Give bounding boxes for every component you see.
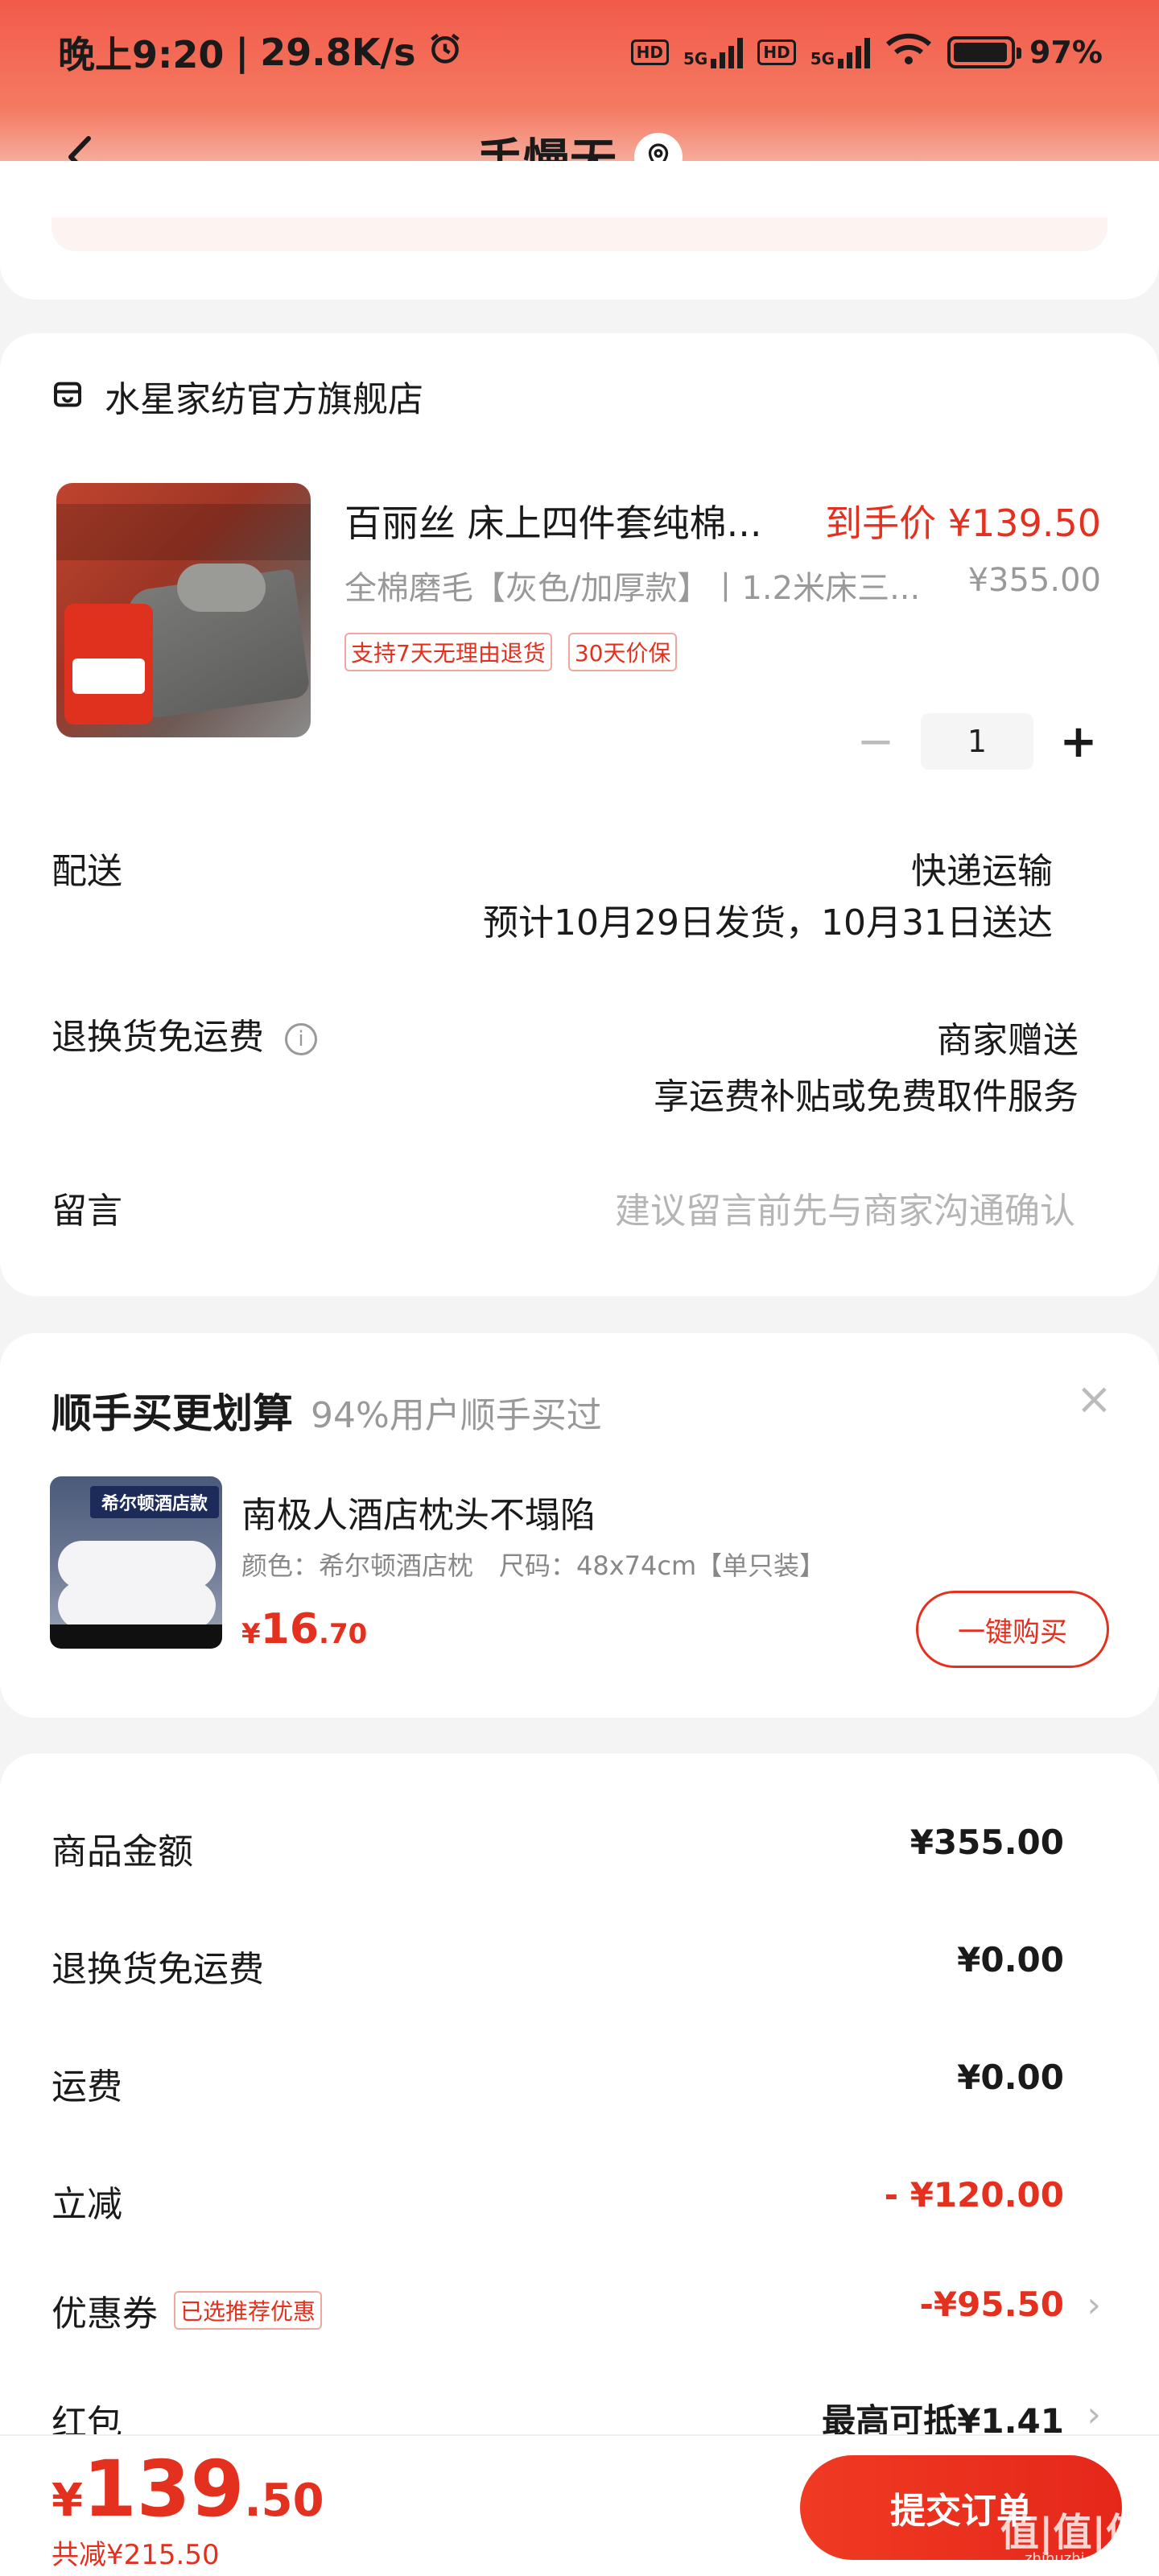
message-label: 留言 (52, 1191, 122, 1232)
shop-row[interactable]: 水星家纺官方旗舰店 (52, 370, 423, 422)
coupon-value[interactable]: -¥95.50 (919, 2285, 1064, 2324)
discount-value: - ¥120.00 (884, 2175, 1064, 2215)
discount-label: 立减 (52, 2184, 122, 2225)
bottom-bar: ¥139.50 共减¥215.50 提交订单 值|值|值 zhihuzhi.co… (0, 2434, 1159, 2576)
product-final-price: 到手价 ¥139.50 (825, 502, 1101, 545)
addon-product-name[interactable]: 南极人酒店枕头不塌陷 (241, 1486, 596, 1538)
decrease-button[interactable]: − (852, 716, 900, 768)
product-image[interactable] (56, 483, 311, 737)
price-summary-card: 商品金额 ¥355.00 退换货免运费 ¥0.00 运费 ¥0.00 立减 - … (0, 1753, 1159, 2478)
chevron-right-icon-2[interactable]: › (1087, 2394, 1101, 2435)
hd-badge-2: HD (757, 39, 796, 65)
tag-price-protect: 30天价保 (567, 633, 678, 671)
hd-badge: HD (630, 39, 669, 65)
delivery-method[interactable]: 快递运输 (911, 842, 1053, 894)
addon-title: 顺手买更划算 (52, 1390, 293, 1437)
message-input[interactable]: 建议留言前先与商家沟通确认 (615, 1182, 1075, 1233)
addon-card: 顺手买更划算 94%用户顺手买过 × 希尔顿酒店款 南极人酒店枕头不塌陷 颜色：… (0, 1333, 1159, 1718)
status-left: 晚上9:20 | 29.8K/s (58, 26, 463, 79)
address-card-bottom (0, 161, 1159, 299)
status-bar: 晚上9:20 | 29.8K/s HD 5G HD 5G 97% (0, 0, 1159, 105)
total-price: ¥139.50 (52, 2444, 324, 2534)
watermark-logo: 值|值|值 zhihuzhi.com (1000, 2510, 1145, 2567)
order-card: 水星家纺官方旗舰店 百丽丝 床上四件套纯棉... 到手价 ¥139.50 全棉磨… (0, 333, 1159, 1296)
close-icon[interactable]: × (1076, 1373, 1112, 1424)
signal-5g-icon-2: 5G (810, 36, 871, 68)
coupon-row[interactable]: 优惠券 已选推荐优惠 (52, 2285, 323, 2336)
status-speed: 29.8K/s (260, 31, 416, 74)
total-saved: 共减¥215.50 (52, 2539, 220, 2571)
increase-button[interactable]: + (1054, 716, 1103, 768)
return-fee-value: ¥0.00 (957, 1940, 1064, 1979)
product-spec[interactable]: 全棉磨毛【灰色/加厚款】丨1.2米床三... (344, 562, 940, 609)
delivery-label: 配送 (52, 851, 122, 892)
quantity-value[interactable]: 1 (921, 713, 1033, 770)
return-shipping-label: 退换货免运费 (52, 1017, 264, 1058)
addon-product-spec: 颜色：希尔顿酒店枕 尺码：48x74cm【单只装】 (241, 1550, 826, 1581)
goods-amount-label: 商品金额 (52, 1831, 193, 1872)
goods-amount-value: ¥355.00 (909, 1823, 1064, 1862)
signal-5g-icon: 5G (683, 36, 744, 68)
addon-product-image[interactable]: 希尔顿酒店款 (50, 1476, 222, 1649)
product-original-price: ¥355.00 (967, 562, 1101, 599)
addon-price: ¥16.70 (241, 1605, 368, 1653)
alarm-icon (427, 31, 463, 75)
addon-image-banner: 希尔顿酒店款 (90, 1486, 219, 1518)
return-shipping-value: 商家赠送 (937, 1020, 1079, 1061)
chevron-right-icon[interactable]: › (1087, 2285, 1101, 2326)
store-icon (52, 378, 84, 414)
return-fee-label: 退换货免运费 (52, 1949, 264, 1990)
product-title[interactable]: 百丽丝 床上四件套纯棉... (344, 494, 811, 547)
freight-label: 运费 (52, 2066, 122, 2107)
return-shipping-label-row: 退换货免运费 i (52, 1008, 317, 1059)
status-right: HD 5G HD 5G 97% (630, 31, 1103, 74)
wifi-icon (885, 31, 933, 74)
shop-name: 水星家纺官方旗舰店 (105, 379, 423, 420)
product-tags: 支持7天无理由退货 30天价保 (344, 633, 678, 671)
battery-percent: 97% (1029, 35, 1103, 70)
coupon-label: 优惠券 (52, 2293, 158, 2334)
addon-subtitle: 94%用户顺手买过 (311, 1395, 602, 1436)
battery-icon (947, 36, 1022, 68)
coupon-tag: 已选推荐优惠 (174, 2291, 323, 2330)
return-shipping-desc: 享运费补贴或免费取件服务 (654, 1076, 1079, 1117)
info-icon[interactable]: i (285, 1023, 317, 1055)
tag-return: 支持7天无理由退货 (344, 633, 552, 671)
delivery-estimate: 预计10月29日发货，10月31日送达 (483, 902, 1053, 943)
freight-value: ¥0.00 (957, 2058, 1064, 2097)
status-time: 晚上9:20 (58, 33, 225, 76)
one-click-buy-button[interactable]: 一键购买 (916, 1591, 1109, 1668)
quantity-stepper: − 1 + (852, 713, 1103, 770)
